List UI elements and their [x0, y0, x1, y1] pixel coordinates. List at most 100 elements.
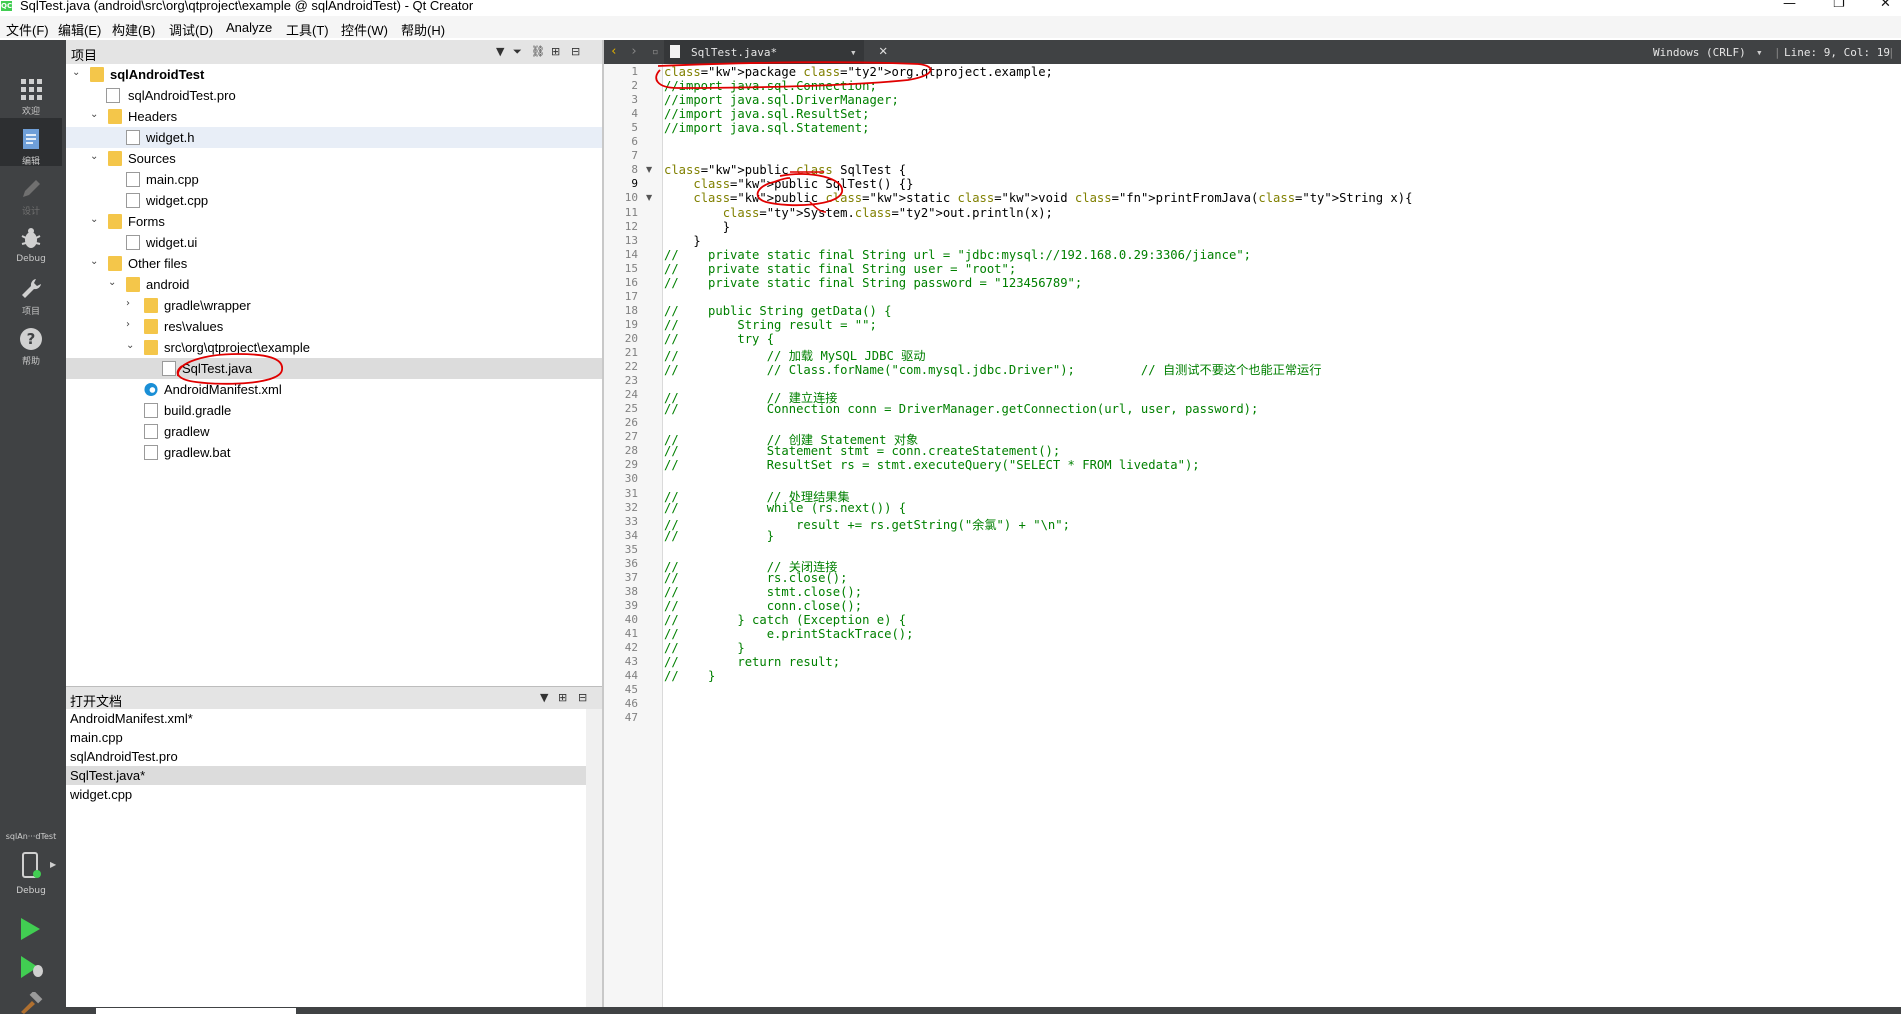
- tree-item[interactable]: AndroidManifest.xml: [66, 379, 602, 400]
- mode-welcome[interactable]: 欢迎: [0, 68, 62, 117]
- tree-item[interactable]: ⌄ android: [66, 274, 602, 295]
- link-icon[interactable]: ⛓: [531, 45, 545, 58]
- collapsed-arrow-icon[interactable]: ›: [126, 298, 130, 309]
- open-document-item[interactable]: SqlTest.java*: [66, 766, 586, 785]
- code-line[interactable]: // while (rs.next()) {: [664, 501, 906, 515]
- tree-item[interactable]: ⌄ sqlAndroidTest: [66, 64, 602, 85]
- close-panel-icon[interactable]: ⊟: [571, 45, 580, 58]
- code-line[interactable]: // private static final String password …: [664, 276, 1082, 290]
- menu-file[interactable]: 文件(F): [6, 20, 49, 39]
- collapsed-arrow-icon[interactable]: ›: [126, 319, 130, 330]
- code-line[interactable]: // Statement stmt = conn.createStatement…: [664, 444, 1060, 458]
- chevron-down-icon[interactable]: ▾: [1756, 46, 1763, 59]
- code-line[interactable]: // return result;: [664, 655, 840, 669]
- expanded-arrow-icon[interactable]: ⌄: [108, 277, 116, 288]
- hammer-icon[interactable]: [18, 992, 44, 1014]
- code-line[interactable]: // }: [664, 641, 745, 655]
- tree-item[interactable]: ⌄ src\org\qtproject\example: [66, 337, 602, 358]
- code-line[interactable]: class="ty">System.class="ty2">out.printl…: [664, 206, 1053, 220]
- code-line[interactable]: }: [664, 234, 700, 248]
- line-number: 27: [624, 430, 638, 444]
- menu-tools[interactable]: 工具(T): [286, 20, 329, 39]
- tree-item[interactable]: ⌄ Sources: [66, 148, 602, 169]
- tree-item[interactable]: ⌄ Other files: [66, 253, 602, 274]
- menu-build[interactable]: 构建(B): [112, 20, 155, 39]
- code-line[interactable]: // String result = "";: [664, 318, 877, 332]
- code-line[interactable]: // private static final String url = "jd…: [664, 248, 1251, 262]
- code-line[interactable]: // try {: [664, 332, 774, 346]
- expanded-arrow-icon[interactable]: ⌄: [90, 151, 98, 162]
- open-document-item[interactable]: sqlAndroidTest.pro: [66, 747, 586, 766]
- menu-analyze[interactable]: Analyze: [226, 20, 272, 35]
- cursor-position[interactable]: Line: 9, Col: 19: [1784, 46, 1890, 59]
- split-icon[interactable]: ⊞: [558, 691, 567, 704]
- code-line[interactable]: // // Class.forName("com.mysql.jdbc.Driv…: [664, 360, 1321, 378]
- tree-item[interactable]: › res\values: [66, 316, 602, 337]
- line-ending-label[interactable]: Windows (CRLF): [1653, 46, 1746, 59]
- tree-item[interactable]: widget.ui: [66, 232, 602, 253]
- mode-projects[interactable]: 项目: [0, 268, 62, 317]
- expanded-arrow-icon[interactable]: ⌄: [126, 340, 134, 351]
- menu-controls[interactable]: 控件(W): [341, 20, 388, 39]
- tree-item[interactable]: ⌄ Forms: [66, 211, 602, 232]
- menu-edit[interactable]: 编辑(E): [58, 20, 101, 39]
- tree-item[interactable]: gradlew: [66, 421, 602, 442]
- open-documents-scrollbar[interactable]: [586, 709, 602, 1014]
- code-line[interactable]: // } catch (Exception e) {: [664, 613, 906, 627]
- tree-item[interactable]: gradlew.bat: [66, 442, 602, 463]
- code-line[interactable]: // Connection conn = DriverManager.getCo…: [664, 402, 1258, 416]
- close-panel-icon[interactable]: ⊟: [578, 691, 587, 704]
- mode-design[interactable]: 设计: [0, 168, 62, 217]
- open-document-item[interactable]: widget.cpp: [66, 785, 586, 804]
- fold-marker-icon[interactable]: ▼: [646, 165, 652, 174]
- menu-help[interactable]: 帮助(H): [401, 20, 445, 39]
- open-document-item[interactable]: AndroidManifest.xml*: [66, 709, 586, 728]
- tree-item[interactable]: SqlTest.java: [66, 358, 602, 379]
- dropdown-arrow-icon[interactable]: ▼: [496, 45, 504, 58]
- tree-item[interactable]: ⌄ Headers: [66, 106, 602, 127]
- code-line[interactable]: }: [664, 220, 730, 234]
- expanded-arrow-icon[interactable]: ⌄: [90, 214, 98, 225]
- expanded-arrow-icon[interactable]: ⌄: [72, 67, 80, 78]
- menu-debug[interactable]: 调试(D): [169, 20, 213, 39]
- run-icon[interactable]: [18, 916, 42, 942]
- minimize-icon[interactable]: —: [1783, 0, 1796, 11]
- code-line[interactable]: // ResultSet rs = stmt.executeQuery("SEL…: [664, 458, 1200, 472]
- tree-item[interactable]: widget.cpp: [66, 190, 602, 211]
- mode-debug[interactable]: Debug: [0, 218, 62, 266]
- split-icon[interactable]: ⊞: [551, 45, 560, 58]
- output-tab[interactable]: [96, 1008, 296, 1014]
- open-document-item[interactable]: main.cpp: [66, 728, 586, 747]
- back-arrow-icon[interactable]: ‹: [610, 44, 618, 59]
- tree-item[interactable]: › gradle\wrapper: [66, 295, 602, 316]
- close-editor-icon[interactable]: ✕: [879, 43, 887, 59]
- code-line[interactable]: // rs.close();: [664, 571, 847, 585]
- mode-help[interactable]: ? 帮助: [0, 318, 62, 367]
- code-line[interactable]: //import java.sql.Statement;: [664, 121, 869, 135]
- code-line[interactable]: // public String getData() {: [664, 304, 891, 318]
- cpp-file-icon: [126, 193, 140, 208]
- dropdown-arrow-icon[interactable]: ▼: [540, 691, 548, 704]
- help-icon: ?: [20, 328, 42, 350]
- mode-edit[interactable]: 编辑: [0, 118, 62, 167]
- code-line[interactable]: // private static final String user = "r…: [664, 262, 1016, 276]
- code-line[interactable]: // e.printStackTrace();: [664, 627, 913, 641]
- expanded-arrow-icon[interactable]: ⌄: [90, 109, 98, 120]
- tree-item[interactable]: widget.h: [66, 127, 602, 148]
- tree-item[interactable]: main.cpp: [66, 169, 602, 190]
- code-line[interactable]: // conn.close();: [664, 599, 862, 613]
- maximize-icon[interactable]: ❐: [1833, 0, 1845, 11]
- code-line[interactable]: //import java.sql.ResultSet;: [664, 107, 869, 121]
- fold-marker-icon[interactable]: ▼: [646, 193, 652, 202]
- code-line[interactable]: // }: [664, 529, 774, 543]
- expanded-arrow-icon[interactable]: ⌄: [90, 256, 98, 267]
- kit-selector[interactable]: ▶ Debug: [0, 848, 62, 906]
- filter-icon[interactable]: ⏷: [513, 45, 522, 59]
- code-line[interactable]: // stmt.close();: [664, 585, 862, 599]
- tree-item[interactable]: sqlAndroidTest.pro: [66, 85, 602, 106]
- code-line[interactable]: // }: [664, 669, 715, 683]
- debug-run-icon[interactable]: [18, 954, 46, 980]
- forward-arrow-icon[interactable]: ›: [630, 44, 638, 59]
- tree-item[interactable]: build.gradle: [66, 400, 602, 421]
- close-window-icon[interactable]: ✕: [1880, 0, 1891, 11]
